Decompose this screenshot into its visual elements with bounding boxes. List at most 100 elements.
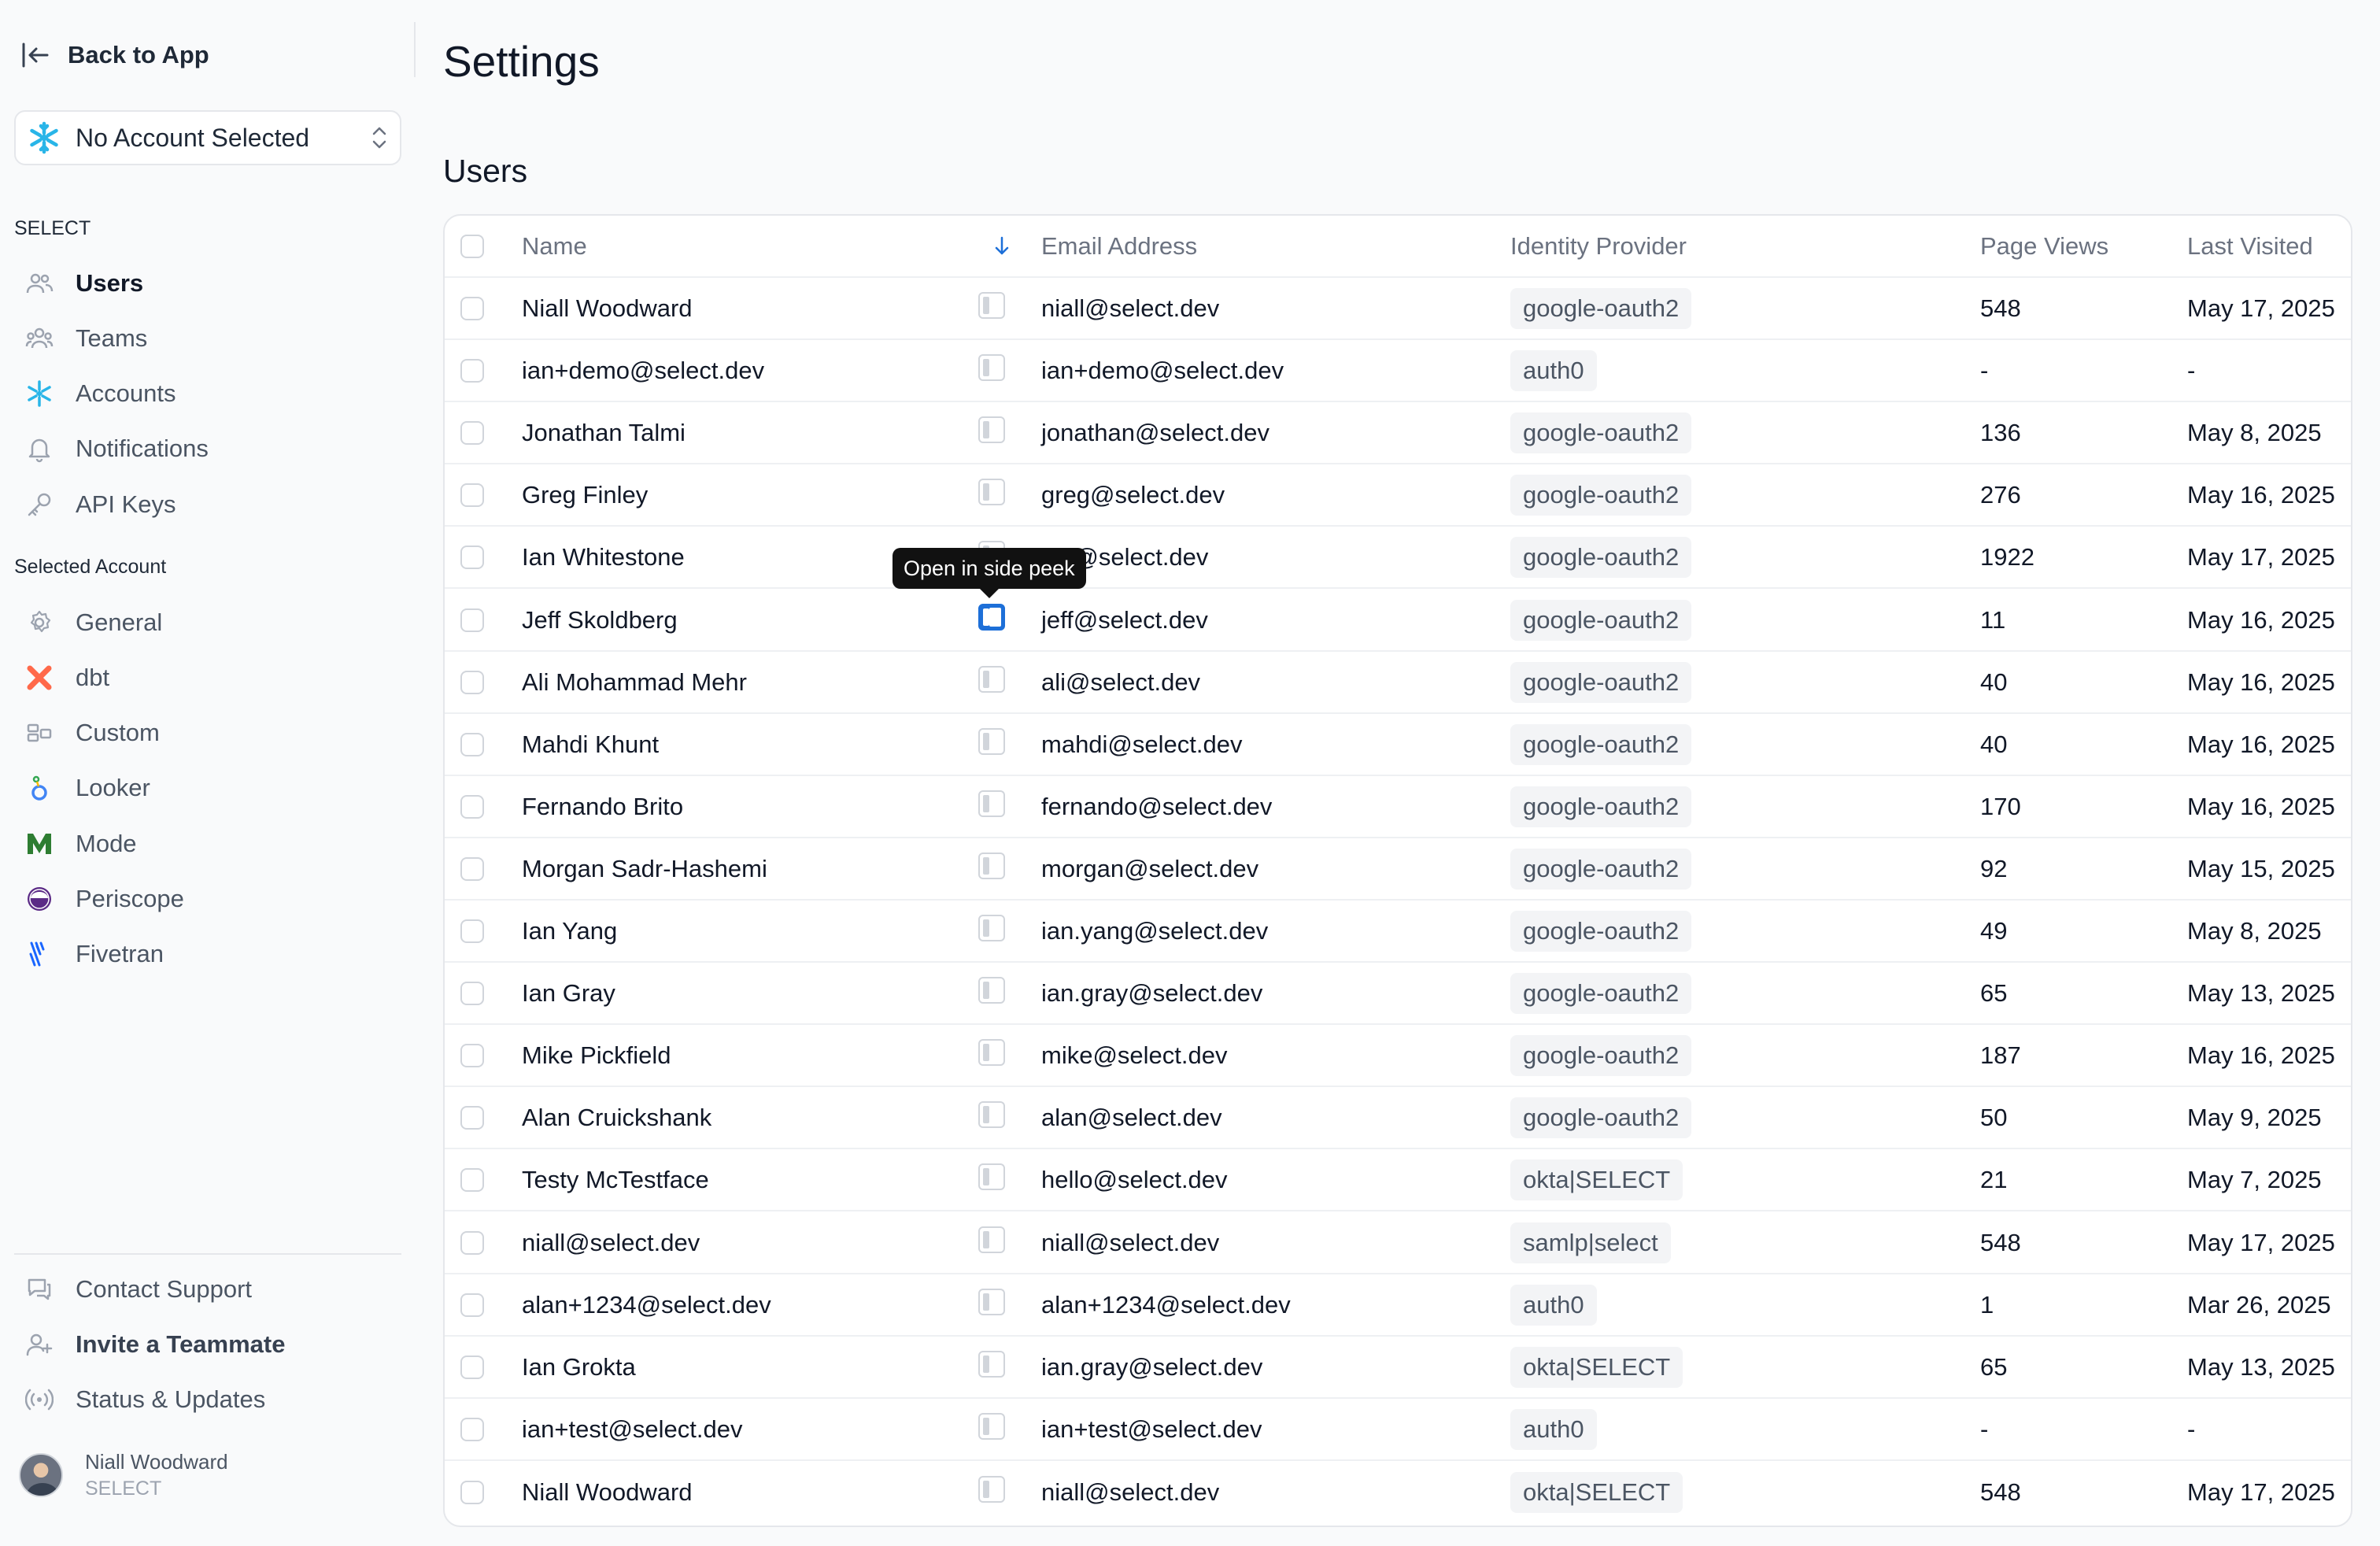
table-row[interactable]: Greg Finley greg@select.dev google-oauth2 2… — [445, 464, 2351, 527]
table-row[interactable]: Testy McTestface hello@select.dev okta|SEL… — [445, 1149, 2351, 1211]
sidebar-item-accounts[interactable]: Accounts — [24, 370, 394, 417]
user-name-cell[interactable]: Niall Woodward — [522, 278, 693, 338]
side-peek-icon[interactable] — [978, 665, 1005, 693]
side-peek-icon[interactable] — [978, 976, 1005, 1004]
row-checkbox[interactable] — [460, 483, 484, 507]
row-checkbox[interactable] — [460, 981, 484, 1005]
sidebar-item-fivetran[interactable]: Fivetran — [24, 930, 394, 978]
side-peek-icon[interactable] — [978, 914, 1005, 941]
side-peek-icon[interactable] — [978, 1100, 1005, 1128]
side-peek-icon[interactable] — [978, 416, 1005, 443]
row-checkbox[interactable] — [460, 1293, 484, 1317]
side-peek-icon[interactable] — [978, 1350, 1005, 1378]
table-row[interactable]: Ian Gray ian.gray@select.dev google-oauth2… — [445, 963, 2351, 1025]
user-name-cell[interactable]: Fernando Brito — [522, 776, 683, 837]
row-checkbox[interactable] — [460, 1043, 484, 1067]
table-row[interactable]: Jonathan Talmi jonathan@select.dev google-… — [445, 402, 2351, 464]
table-row[interactable]: Niall Woodward niall@select.dev okta|SELEC… — [445, 1461, 2351, 1523]
user-profile[interactable]: Niall Woodward SELECT — [19, 1448, 228, 1502]
side-peek-icon[interactable] — [978, 1226, 1005, 1253]
side-peek-icon[interactable] — [978, 852, 1005, 879]
user-name-cell[interactable]: niall@select.dev — [522, 1212, 700, 1273]
sidebar-item-notifications[interactable]: Notifications — [24, 425, 394, 472]
column-header-identity-provider[interactable]: Identity Provider — [1510, 216, 1687, 276]
user-name-cell[interactable]: Alan Cruickshank — [522, 1087, 711, 1148]
user-name-cell[interactable]: Morgan Sadr-Hashemi — [522, 838, 767, 899]
table-row[interactable]: Mahdi Khunt mahdi@select.dev google-oauth2… — [445, 714, 2351, 776]
sidebar-item-users[interactable]: Users — [24, 260, 394, 307]
sidebar-item-teams[interactable]: Teams — [24, 315, 394, 362]
sort-descending-icon[interactable] — [993, 235, 1011, 258]
row-checkbox[interactable] — [460, 670, 484, 694]
sidebar-item-status-updates[interactable]: Status & Updates — [24, 1376, 394, 1423]
row-checkbox[interactable] — [460, 608, 484, 632]
table-row[interactable]: ian+demo@select.dev ian+demo@select.dev au… — [445, 340, 2351, 402]
row-checkbox[interactable] — [460, 732, 484, 756]
column-header-email[interactable]: Email Address — [1041, 216, 1197, 276]
user-name-cell[interactable]: ian+test@select.dev — [522, 1399, 742, 1459]
user-name-cell[interactable]: Greg Finley — [522, 464, 648, 525]
row-checkbox[interactable] — [460, 1167, 484, 1192]
column-header-page-views[interactable]: Page Views — [1980, 216, 2108, 276]
row-checkbox[interactable] — [460, 919, 484, 943]
user-name-cell[interactable]: Testy McTestface — [522, 1149, 709, 1210]
sidebar-item-dbt[interactable]: dbt — [24, 654, 394, 701]
user-name-cell[interactable]: Niall Woodward — [522, 1461, 693, 1523]
back-to-app-link[interactable]: Back to App — [20, 36, 209, 74]
sidebar-item-general[interactable]: General — [24, 599, 394, 646]
user-name-cell[interactable]: Jeff Skoldberg — [522, 590, 678, 650]
row-checkbox[interactable] — [460, 420, 484, 445]
sidebar-item-mode[interactable]: Mode — [24, 820, 394, 867]
row-checkbox[interactable] — [460, 856, 484, 881]
user-name-cell[interactable]: ian+demo@select.dev — [522, 340, 764, 401]
sidebar-item-looker[interactable]: Looker — [24, 764, 394, 812]
table-row[interactable]: Morgan Sadr-Hashemi morgan@select.dev goog… — [445, 838, 2351, 901]
side-peek-icon[interactable] — [978, 790, 1005, 817]
user-name-cell[interactable]: Jonathan Talmi — [522, 402, 686, 463]
sidebar-item-periscope[interactable]: Periscope — [24, 875, 394, 923]
table-row[interactable]: Alan Cruickshank alan@select.dev google-oa… — [445, 1087, 2351, 1149]
side-peek-icon[interactable] — [978, 1412, 1005, 1440]
side-peek-icon[interactable] — [978, 353, 1005, 381]
table-row[interactable]: Ali Mohammad Mehr ali@select.dev google-oa… — [445, 652, 2351, 714]
account-select[interactable]: No Account Selected — [14, 110, 401, 165]
table-row[interactable]: Jeff Skoldberg jeff@select.dev google-oaut… — [445, 590, 2351, 652]
row-checkbox[interactable] — [460, 1480, 484, 1504]
column-header-name[interactable]: Name — [522, 216, 587, 276]
side-peek-icon[interactable] — [978, 1163, 1005, 1190]
table-row[interactable]: Niall Woodward niall@select.dev google-oau… — [445, 278, 2351, 340]
table-row[interactable]: ian+test@select.dev ian+test@select.dev au… — [445, 1399, 2351, 1461]
user-name-cell[interactable]: Mike Pickfield — [522, 1025, 671, 1086]
row-checkbox[interactable] — [460, 358, 484, 383]
row-checkbox[interactable] — [460, 1105, 484, 1130]
row-checkbox[interactable] — [460, 545, 484, 569]
table-row[interactable]: niall@select.dev niall@select.dev samlp|se… — [445, 1212, 2351, 1274]
sidebar-item-custom[interactable]: Custom — [24, 709, 394, 756]
table-row[interactable]: Fernando Brito fernando@select.dev google-… — [445, 776, 2351, 838]
side-peek-icon[interactable] — [978, 1475, 1005, 1503]
table-row[interactable]: Ian Grokta ian.gray@select.dev okta|SELECT… — [445, 1337, 2351, 1399]
user-name-cell[interactable]: Mahdi Khunt — [522, 714, 659, 775]
side-peek-icon[interactable] — [978, 603, 1005, 631]
user-name-cell[interactable]: Ian Grokta — [522, 1337, 636, 1397]
side-peek-icon[interactable] — [978, 1288, 1005, 1315]
user-name-cell[interactable]: alan+1234@select.dev — [522, 1274, 771, 1335]
select-all-checkbox[interactable] — [460, 234, 484, 258]
sidebar-item-contact-support[interactable]: Contact Support — [24, 1266, 394, 1313]
row-checkbox[interactable] — [460, 1355, 484, 1379]
table-row[interactable]: Ian Whitestone ian@select.dev google-oauth… — [445, 527, 2351, 589]
side-peek-icon[interactable] — [978, 1038, 1005, 1066]
side-peek-icon[interactable] — [978, 478, 1005, 505]
user-name-cell[interactable]: Ian Gray — [522, 963, 615, 1023]
table-row[interactable]: Ian Yang ian.yang@select.dev google-oauth2… — [445, 901, 2351, 963]
table-row[interactable]: alan+1234@select.dev alan+1234@select.dev… — [445, 1274, 2351, 1337]
user-name-cell[interactable]: Ian Yang — [522, 901, 617, 961]
row-checkbox[interactable] — [460, 296, 484, 320]
row-checkbox[interactable] — [460, 1230, 484, 1255]
row-checkbox[interactable] — [460, 1417, 484, 1441]
column-header-last-visited[interactable]: Last Visited — [2187, 216, 2313, 276]
sidebar-item-invite-teammate[interactable]: Invite a Teammate — [24, 1321, 394, 1368]
table-row[interactable]: Mike Pickfield mike@select.dev google-oaut… — [445, 1025, 2351, 1087]
user-name-cell[interactable]: Ian Whitestone — [522, 527, 685, 587]
row-checkbox[interactable] — [460, 794, 484, 819]
